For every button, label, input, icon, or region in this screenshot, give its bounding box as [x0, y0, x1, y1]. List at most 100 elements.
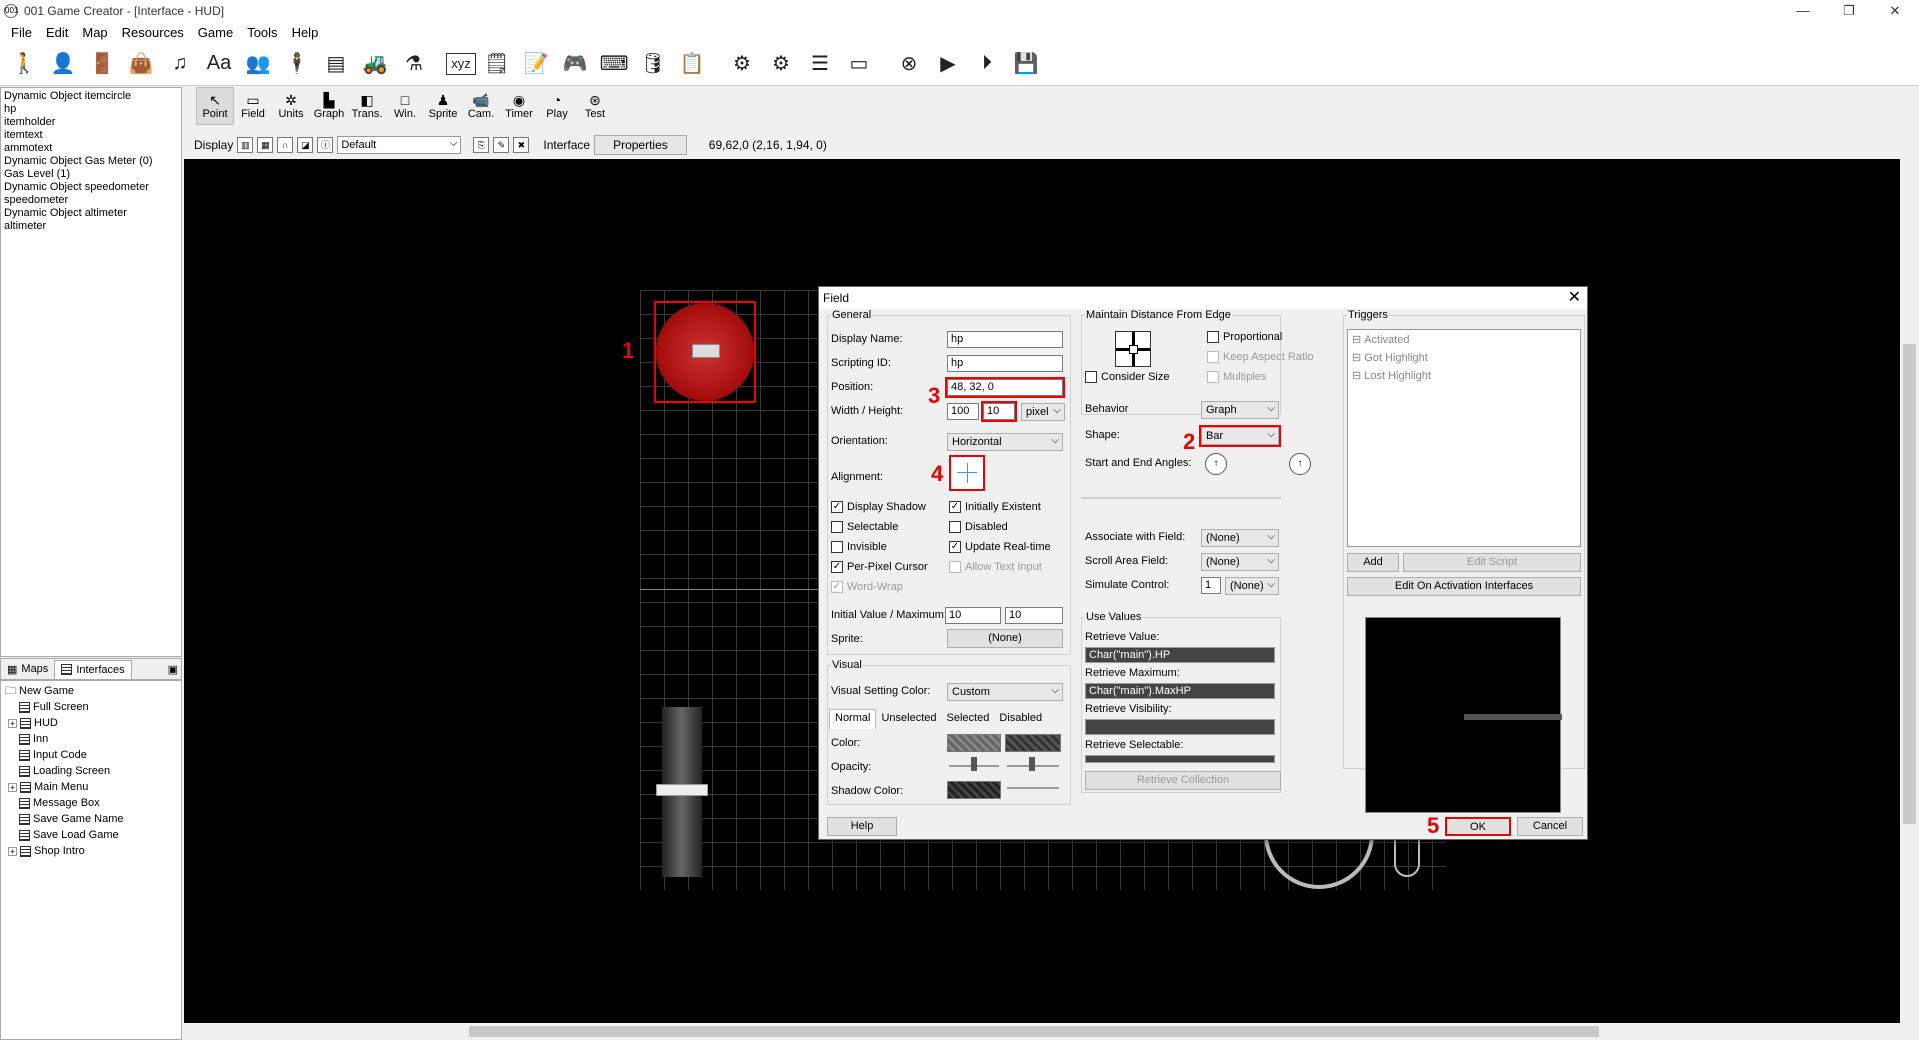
mode-point[interactable]: ↖ Point — [196, 87, 234, 125]
chemistry-icon[interactable]: ⚗ — [396, 46, 432, 82]
input-icon[interactable]: ⌨ — [596, 46, 632, 82]
pencil-icon[interactable]: ✎ — [493, 137, 510, 153]
visual-setting-select[interactable]: Custom — [947, 683, 1063, 701]
display-shadow-checkbox[interactable]: ✓ Display Shadow — [831, 501, 926, 513]
expand-icon[interactable]: + — [8, 846, 17, 856]
menu-resources[interactable]: Resources — [115, 25, 191, 40]
mode-timer[interactable]: ◉ Timer — [500, 87, 538, 125]
tree-item[interactable]: Inn — [5, 731, 177, 747]
vehicle-icon[interactable]: 🚜 — [357, 46, 393, 82]
associate-select[interactable]: (None) — [1201, 529, 1279, 547]
tree-item[interactable]: Input Code — [5, 747, 177, 763]
width-field[interactable]: 100 — [947, 403, 979, 420]
shadow-color-swatch[interactable] — [947, 781, 1001, 799]
door-icon[interactable]: 🚪 — [84, 46, 120, 82]
simulate-select[interactable]: (None) — [1225, 577, 1279, 595]
ok-button[interactable]: OK — [1445, 817, 1511, 836]
grid-icon[interactable]: ▦ — [257, 137, 274, 153]
tree-item[interactable]: Loading Screen — [5, 763, 177, 779]
properties-button[interactable]: Properties — [594, 135, 687, 155]
horizontal-scrollbar[interactable] — [184, 1023, 1900, 1040]
end-angle-dial[interactable]: ↑ — [1289, 453, 1311, 475]
alignment-picker[interactable] — [949, 455, 985, 491]
run-icon[interactable]: ⏵ — [969, 46, 1005, 82]
music-icon[interactable]: ♫ — [162, 46, 198, 82]
trigger-got-highlight[interactable]: ⊟ Got Highlight — [1352, 349, 1576, 367]
behavior-select[interactable]: Graph — [1201, 401, 1279, 419]
scroll-area-select[interactable]: (None) — [1201, 553, 1279, 571]
new-interface-icon[interactable]: ▣ — [168, 663, 178, 676]
start-angle-dial[interactable]: ↑ — [1205, 453, 1227, 475]
display-name-field[interactable]: hp — [947, 331, 1063, 348]
magnet-icon[interactable]: ∩ — [277, 137, 294, 153]
tree-item[interactable]: + Shop Intro — [5, 843, 177, 859]
tree-item[interactable]: Save Game Name — [5, 811, 177, 827]
retrieve-selectable-field[interactable] — [1085, 755, 1275, 763]
menu-game[interactable]: Game — [191, 25, 240, 40]
tab-disabled[interactable]: Disabled — [994, 709, 1047, 729]
disabled-checkbox[interactable]: Disabled — [949, 521, 1008, 533]
menu-list-icon[interactable]: ☰ — [802, 46, 838, 82]
orientation-select[interactable]: Horizontal — [947, 433, 1063, 451]
item-bag-icon[interactable]: 👜 — [123, 46, 159, 82]
list-icon[interactable]: 📋 — [674, 46, 710, 82]
initially-existent-checkbox[interactable]: ✓ Initially Existent — [949, 501, 1041, 513]
edge-anchor-picker[interactable] — [1115, 331, 1151, 367]
tree-item[interactable]: Message Box — [5, 795, 177, 811]
export-icon[interactable]: ⎘ — [473, 137, 490, 153]
class-icon[interactable]: 🕴 — [279, 46, 315, 82]
save-icon[interactable]: 💾 — [1008, 46, 1044, 82]
list-item[interactable]: altimeter — [4, 220, 178, 233]
color-swatch-2[interactable] — [1005, 734, 1061, 752]
compile-icon[interactable]: ⊗ — [891, 46, 927, 82]
menu-edit[interactable]: Edit — [39, 25, 75, 40]
table-icon[interactable]: ▤ — [318, 46, 354, 82]
info-icon[interactable]: ⓘ — [317, 137, 334, 153]
trigger-lost-highlight[interactable]: ⊟ Lost Highlight — [1352, 367, 1576, 385]
proportional-checkbox[interactable]: Proportional — [1207, 331, 1282, 343]
character-icon[interactable]: 🚶 — [6, 46, 42, 82]
expand-icon[interactable]: + — [8, 718, 17, 728]
tab-selected[interactable]: Selected — [942, 709, 995, 729]
edit-on-activation-button[interactable]: Edit On Activation Interfaces — [1347, 577, 1581, 596]
retrieve-visibility-field[interactable] — [1085, 719, 1275, 735]
list-item[interactable]: ammotext — [4, 142, 178, 155]
mode-units[interactable]: ✲ Units — [272, 87, 310, 125]
retrieve-value-field[interactable]: Char("main").HP — [1085, 647, 1275, 663]
textbox-icon[interactable]: ▭ — [841, 46, 877, 82]
list-item[interactable]: speedometer — [4, 194, 178, 207]
list-item[interactable]: itemtext — [4, 129, 178, 142]
expand-icon[interactable]: + — [8, 782, 17, 792]
delete-icon[interactable]: ✖ — [513, 137, 530, 153]
list-item[interactable]: itemholder — [4, 116, 178, 129]
trigger-activated[interactable]: ⊟ Activated — [1352, 331, 1576, 349]
opacity-slider-thumb-2[interactable] — [1029, 757, 1035, 771]
color-swatch[interactable] — [947, 734, 1001, 752]
scripting-id-field[interactable]: hp — [947, 355, 1063, 372]
tree-root[interactable]: 🗀 New Game — [5, 683, 177, 699]
mode-cam[interactable]: 📹 Cam. — [462, 87, 500, 125]
menu-tools[interactable]: Tools — [240, 25, 284, 40]
list-item[interactable]: Dynamic Object Gas Meter (0) — [4, 155, 178, 168]
font-icon[interactable]: Aa — [201, 46, 237, 82]
initial-value-field[interactable]: 10 — [945, 607, 1001, 624]
unit-select[interactable]: pixel — [1021, 403, 1065, 421]
player-icon[interactable]: 👤 — [45, 46, 81, 82]
menu-file[interactable]: File — [4, 25, 39, 40]
view-select[interactable]: Default — [337, 136, 462, 154]
sprite-button[interactable]: (None) — [947, 629, 1063, 648]
mode-field[interactable]: ▭ Field — [234, 87, 272, 125]
simulate-number[interactable]: 1 — [1201, 577, 1221, 594]
maximum-field[interactable]: 10 — [1005, 607, 1063, 624]
consider-size-checkbox[interactable]: Consider Size — [1085, 371, 1169, 383]
notes-icon[interactable]: 📝 — [518, 46, 554, 82]
tab-normal[interactable]: Normal — [829, 709, 877, 729]
gamepad-icon[interactable]: 🎮 — [557, 46, 593, 82]
tree-item[interactable]: Save Load Game — [5, 827, 177, 843]
mode-win[interactable]: □ Win. — [386, 87, 424, 125]
list-item[interactable]: Dynamic Object itemcircle — [4, 90, 178, 103]
update-realtime-checkbox[interactable]: ✓ Update Real-time — [949, 541, 1051, 553]
shadow-opacity-slider[interactable] — [1007, 787, 1059, 789]
gears-icon[interactable]: ⚙ — [763, 46, 799, 82]
mode-graph[interactable]: ▙ Graph — [310, 87, 348, 125]
